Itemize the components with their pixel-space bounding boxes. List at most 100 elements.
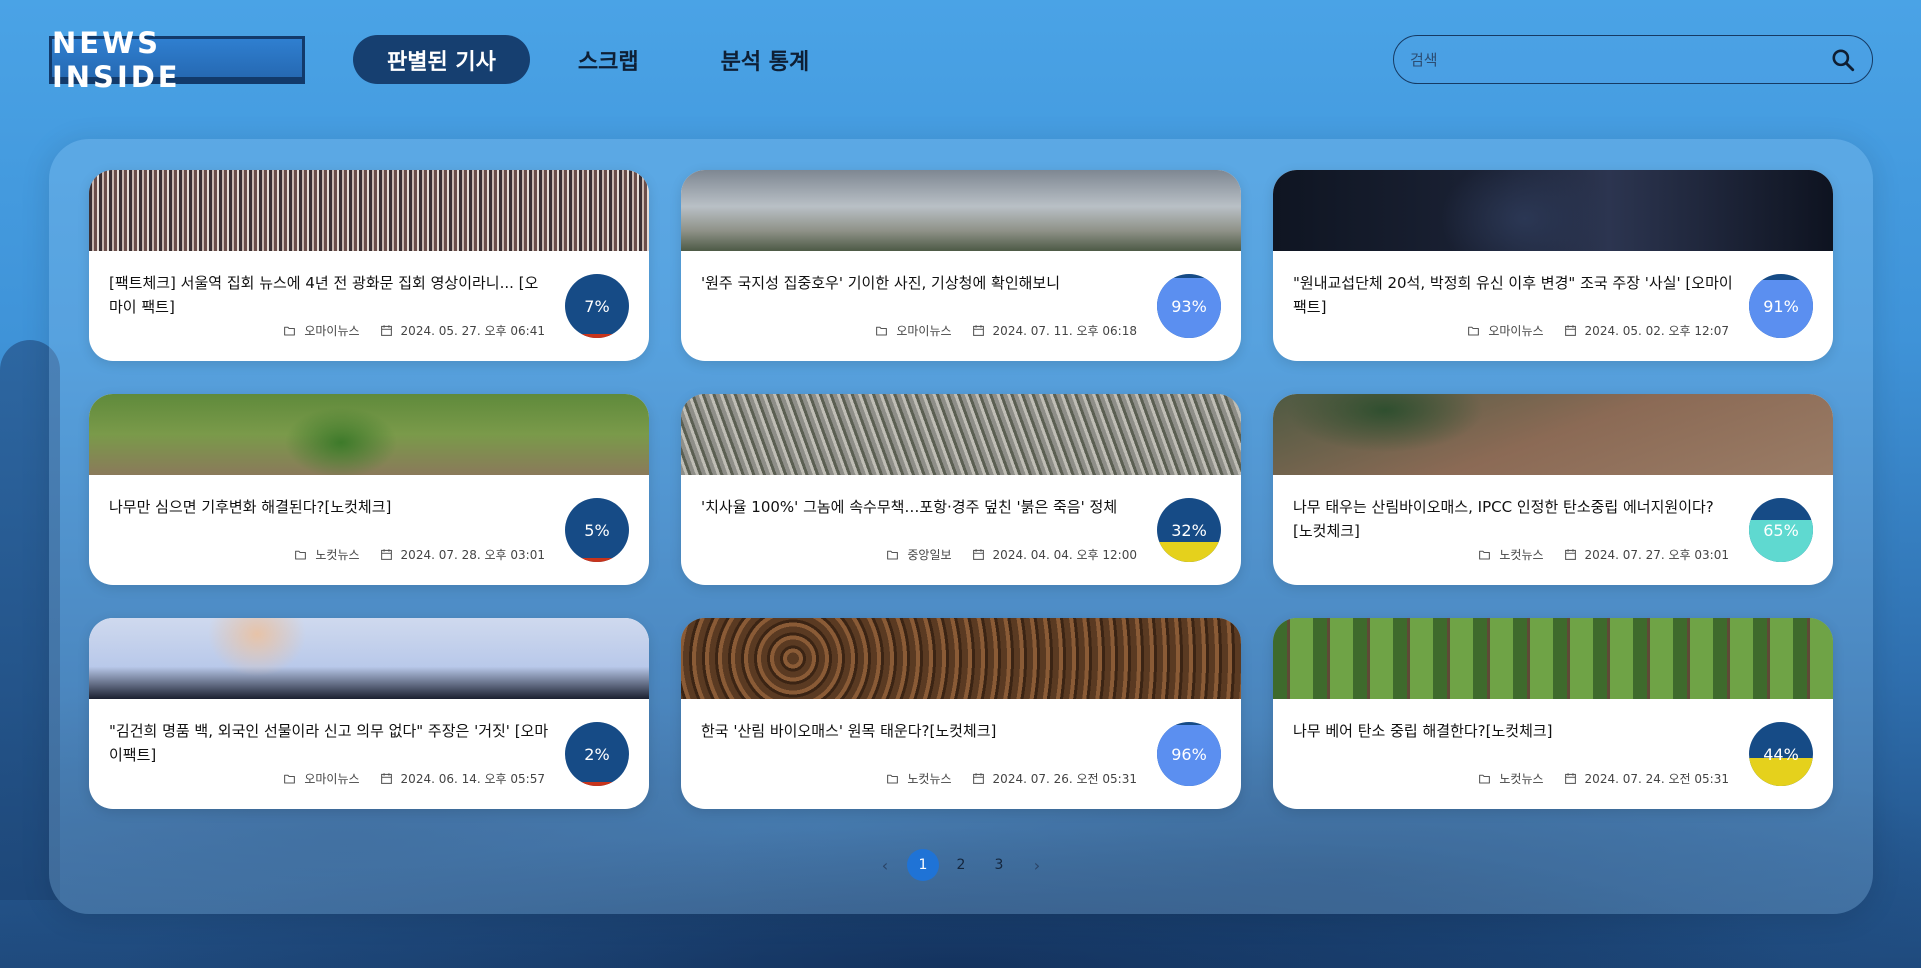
- article-card[interactable]: 한국 '산림 바이오매스' 원목 태운다?[노컷체크] 노컷뉴스 2024. 0…: [681, 618, 1241, 809]
- folder-icon: [295, 550, 307, 560]
- article-card[interactable]: "김건희 명품 백, 외국인 선물이라 신고 의무 없다" 주장은 '거짓' […: [89, 618, 649, 809]
- article-thumbnail: [681, 394, 1241, 475]
- source-label: 오마이뉴스: [1488, 324, 1544, 338]
- tab-classified-articles[interactable]: 판별된 기사: [353, 35, 530, 84]
- page-button-1[interactable]: 1: [907, 849, 939, 881]
- article-source: 오마이뉴스: [875, 322, 952, 339]
- calendar-icon: [380, 773, 392, 784]
- article-source: 중앙일보: [886, 546, 952, 563]
- date-label: 2024. 05. 02. 오후 12:07: [1584, 324, 1729, 338]
- article-title[interactable]: 나무만 심으면 기후변화 해결된다?[노컷체크]: [109, 495, 549, 519]
- article-date: 2024. 05. 27. 오후 06:41: [380, 322, 545, 339]
- calendar-icon: [1564, 549, 1576, 560]
- article-card[interactable]: "원내교섭단체 20석, 박정희 유신 이후 변경" 조국 주장 '사실' [오…: [1273, 170, 1833, 361]
- calendar-icon: [972, 325, 984, 336]
- date-label: 2024. 07. 27. 오후 03:01: [1584, 548, 1729, 562]
- folder-icon: [284, 774, 296, 784]
- date-label: 2024. 07. 24. 오전 05:31: [1584, 772, 1729, 786]
- article-title[interactable]: '원주 국지성 집중호우' 기이한 사진, 기상청에 확인해보니: [701, 271, 1141, 295]
- article-meta: 노컷뉴스 2024. 07. 24. 오전 05:31: [1478, 770, 1729, 787]
- article-thumbnail: [1273, 618, 1833, 699]
- gauge-label: 7%: [584, 296, 610, 316]
- credibility-gauge: 5%: [565, 498, 629, 562]
- calendar-icon: [380, 549, 392, 560]
- date-label: 2024. 05. 27. 오후 06:41: [400, 324, 545, 338]
- article-date: 2024. 07. 24. 오전 05:31: [1564, 770, 1729, 787]
- credibility-gauge: 32%: [1157, 498, 1221, 562]
- calendar-icon: [972, 773, 984, 784]
- credibility-gauge: 7%: [565, 274, 629, 338]
- page-button-2[interactable]: 2: [945, 849, 977, 881]
- folder-icon: [887, 774, 899, 784]
- site-logo[interactable]: NEWS INSIDE: [49, 26, 305, 94]
- main-nav: 판별된 기사 스크랩 분석 통계: [353, 35, 843, 84]
- article-card[interactable]: '원주 국지성 집중호우' 기이한 사진, 기상청에 확인해보니 오마이뉴스 2…: [681, 170, 1241, 361]
- search-input[interactable]: [1410, 50, 1830, 69]
- tab-analysis-stats[interactable]: 분석 통계: [687, 35, 844, 84]
- gauge-label: 96%: [1171, 744, 1207, 764]
- tab-scrap[interactable]: 스크랩: [544, 35, 673, 84]
- article-meta: 노컷뉴스 2024. 07. 27. 오후 03:01: [1478, 546, 1729, 563]
- prev-page-button[interactable]: ‹: [869, 849, 901, 881]
- date-label: 2024. 04. 04. 오후 12:00: [992, 548, 1137, 562]
- article-date: 2024. 04. 04. 오후 12:00: [972, 546, 1137, 563]
- credibility-gauge: 65%: [1749, 498, 1813, 562]
- article-card[interactable]: [팩트체크] 서울역 집회 뉴스에 4년 전 광화문 집회 영상이라니... […: [89, 170, 649, 361]
- credibility-gauge: 96%: [1157, 722, 1221, 786]
- search-box: [1393, 35, 1873, 84]
- date-label: 2024. 07. 26. 오전 05:31: [992, 772, 1137, 786]
- article-title[interactable]: [팩트체크] 서울역 집회 뉴스에 4년 전 광화문 집회 영상이라니... […: [109, 271, 549, 319]
- source-label: 노컷뉴스: [1499, 548, 1544, 562]
- gauge-label: 44%: [1763, 744, 1799, 764]
- article-meta: 노컷뉴스 2024. 07. 26. 오전 05:31: [886, 770, 1137, 787]
- folder-icon: [1468, 326, 1480, 336]
- article-source: 노컷뉴스: [1478, 770, 1544, 787]
- article-card[interactable]: 나무 태우는 산림바이오매스, IPCC 인정한 탄소중립 에너지원이다?[노컷…: [1273, 394, 1833, 585]
- article-date: 2024. 07. 28. 오후 03:01: [380, 546, 545, 563]
- credibility-gauge: 2%: [565, 722, 629, 786]
- article-source: 오마이뉴스: [1467, 322, 1544, 339]
- article-card[interactable]: '치사율 100%' 그놈에 속수무책…포항·경주 덮친 '붉은 죽음' 정체 …: [681, 394, 1241, 585]
- article-thumbnail: [89, 618, 649, 699]
- calendar-icon: [972, 549, 984, 560]
- article-title[interactable]: "김건희 명품 백, 외국인 선물이라 신고 의무 없다" 주장은 '거짓' […: [109, 719, 549, 767]
- article-title[interactable]: "원내교섭단체 20석, 박정희 유신 이후 변경" 조국 주장 '사실' [오…: [1293, 271, 1733, 319]
- folder-icon: [1479, 550, 1491, 560]
- folder-icon: [876, 326, 888, 336]
- folder-icon: [284, 326, 296, 336]
- article-thumbnail: [1273, 394, 1833, 475]
- credibility-gauge: 91%: [1749, 274, 1813, 338]
- article-source: 노컷뉴스: [294, 546, 360, 563]
- top-header: NEWS INSIDE 판별된 기사 스크랩 분석 통계: [0, 0, 1921, 120]
- article-title[interactable]: 나무 태우는 산림바이오매스, IPCC 인정한 탄소중립 에너지원이다?[노컷…: [1293, 495, 1733, 543]
- calendar-icon: [1564, 773, 1576, 784]
- article-meta: 노컷뉴스 2024. 07. 28. 오후 03:01: [294, 546, 545, 563]
- page-button-3[interactable]: 3: [983, 849, 1015, 881]
- article-date: 2024. 07. 27. 오후 03:01: [1564, 546, 1729, 563]
- search-icon[interactable]: [1830, 47, 1856, 73]
- articles-panel: [팩트체크] 서울역 집회 뉴스에 4년 전 광화문 집회 영상이라니... […: [49, 139, 1873, 914]
- article-source: 오마이뉴스: [283, 770, 360, 787]
- source-label: 노컷뉴스: [1499, 772, 1544, 786]
- article-meta: 오마이뉴스 2024. 07. 11. 오후 06:18: [875, 322, 1137, 339]
- article-card[interactable]: 나무 베어 탄소 중립 해결한다?[노컷체크] 노컷뉴스 2024. 07. 2…: [1273, 618, 1833, 809]
- article-meta: 오마이뉴스 2024. 05. 02. 오후 12:07: [1467, 322, 1729, 339]
- article-meta: 오마이뉴스 2024. 05. 27. 오후 06:41: [283, 322, 545, 339]
- gauge-label: 65%: [1763, 520, 1799, 540]
- next-page-button[interactable]: ›: [1021, 849, 1053, 881]
- article-source: 오마이뉴스: [283, 322, 360, 339]
- calendar-icon: [380, 325, 392, 336]
- source-label: 오마이뉴스: [896, 324, 952, 338]
- date-label: 2024. 07. 11. 오후 06:18: [992, 324, 1137, 338]
- article-title[interactable]: 한국 '산림 바이오매스' 원목 태운다?[노컷체크]: [701, 719, 1141, 743]
- source-label: 오마이뉴스: [304, 324, 360, 338]
- calendar-icon: [1564, 325, 1576, 336]
- article-card[interactable]: 나무만 심으면 기후변화 해결된다?[노컷체크] 노컷뉴스 2024. 07. …: [89, 394, 649, 585]
- article-thumbnail: [681, 618, 1241, 699]
- article-title[interactable]: '치사율 100%' 그놈에 속수무책…포항·경주 덮친 '붉은 죽음' 정체: [701, 495, 1141, 519]
- gauge-label: 32%: [1171, 520, 1207, 540]
- gauge-label: 5%: [584, 520, 610, 540]
- article-grid: [팩트체크] 서울역 집회 뉴스에 4년 전 광화문 집회 영상이라니... […: [89, 170, 1833, 809]
- article-title[interactable]: 나무 베어 탄소 중립 해결한다?[노컷체크]: [1293, 719, 1733, 743]
- folder-icon: [1479, 774, 1491, 784]
